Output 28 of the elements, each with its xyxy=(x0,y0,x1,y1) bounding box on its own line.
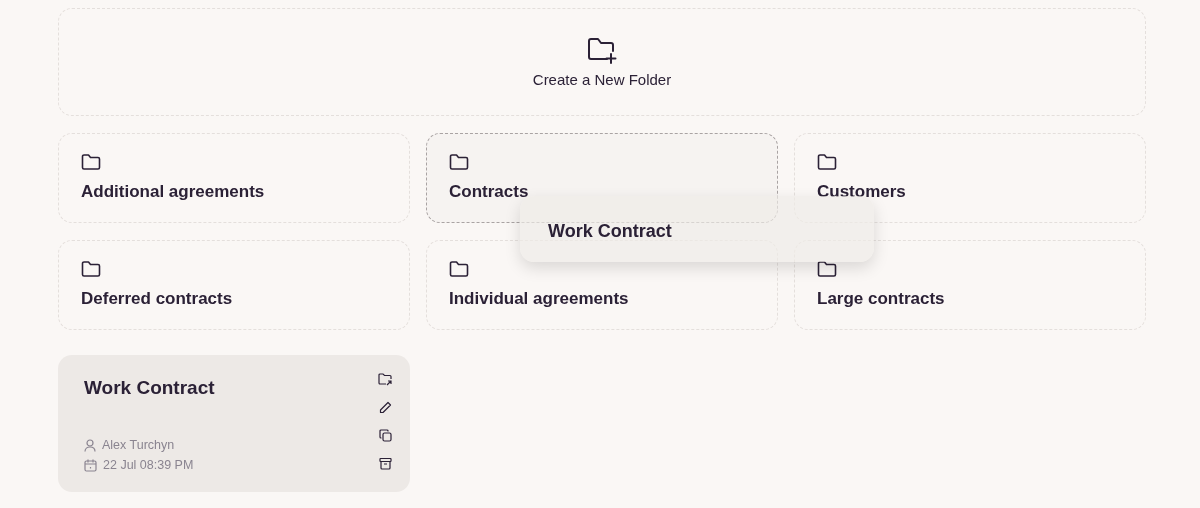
drag-preview-title: Work Contract xyxy=(548,221,672,241)
folder-card[interactable]: Customers xyxy=(794,133,1146,223)
folder-name: Additional agreements xyxy=(81,182,266,202)
document-title: Work Contract xyxy=(84,377,215,399)
create-folder-button[interactable]: Create a New Folder xyxy=(58,8,1146,116)
duplicate-button[interactable] xyxy=(376,426,394,445)
folder-icon xyxy=(817,154,837,170)
folder-name: Individual agreements xyxy=(449,289,630,309)
folder-icon xyxy=(817,261,837,277)
folder-icon xyxy=(81,154,101,170)
author-name: Alex Turchyn xyxy=(102,438,175,452)
folder-name: Contracts xyxy=(449,182,530,202)
folder-plus-icon xyxy=(587,36,617,65)
document-date: 22 Jul 08:39 PM xyxy=(103,458,194,472)
document-card[interactable]: Work Contract Alex Turchyn 22 Jul 08:39 PM xyxy=(58,355,410,492)
folder-card[interactable]: Contracts xyxy=(426,133,778,223)
user-icon xyxy=(84,438,96,452)
folder-card[interactable]: Individual agreements xyxy=(426,240,778,330)
folder-icon xyxy=(449,154,469,170)
folder-name: Customers xyxy=(817,182,907,202)
folder-icon xyxy=(449,261,469,277)
folder-name: Large contracts xyxy=(817,289,946,309)
calendar-icon xyxy=(84,458,97,472)
folder-card[interactable]: Large contracts xyxy=(794,240,1146,330)
folder-name: Deferred contracts xyxy=(81,289,234,309)
folder-icon xyxy=(81,261,101,277)
folder-card[interactable]: Deferred contracts xyxy=(58,240,410,330)
folder-card[interactable]: Additional agreements xyxy=(58,133,410,223)
